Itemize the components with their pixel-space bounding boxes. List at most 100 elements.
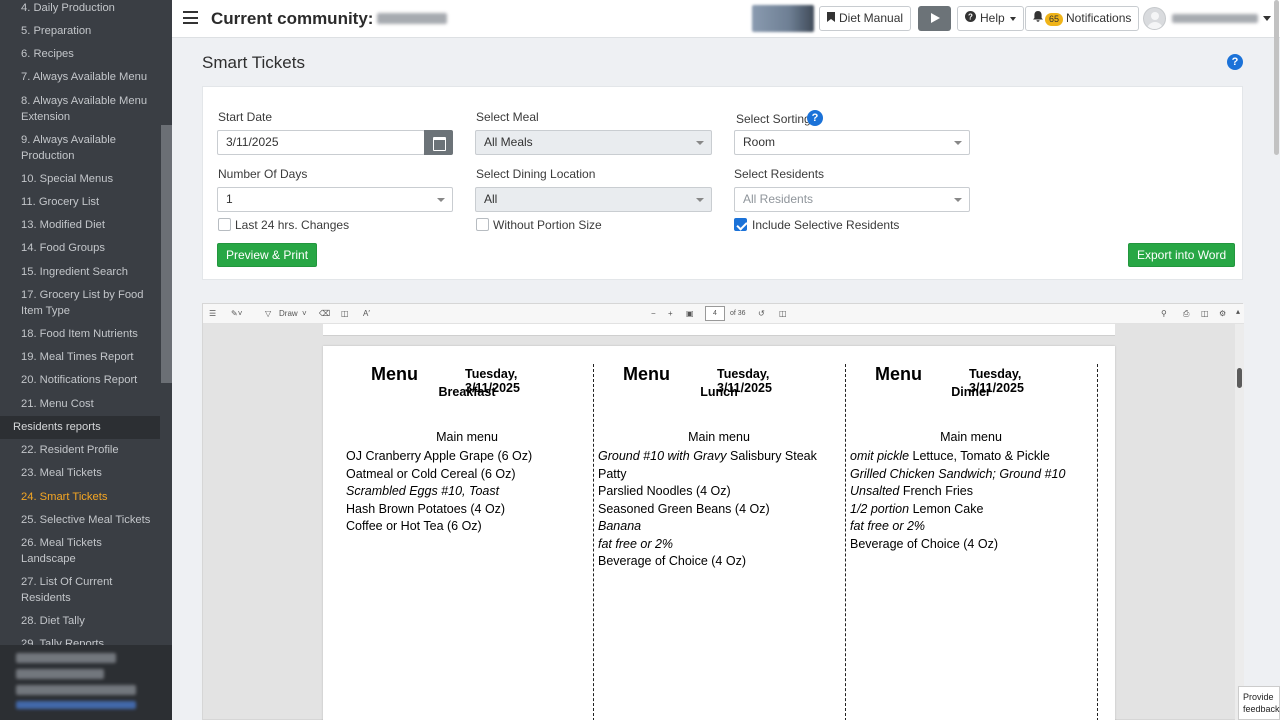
sidebar-item-smart-tickets[interactable]: 24. Smart Tickets — [0, 490, 160, 506]
sidebar-toggle-icon[interactable]: ☰ — [209, 309, 216, 319]
sidebar-item-modified-diet[interactable]: 13. Modified Diet — [0, 218, 160, 234]
bell-icon — [1033, 7, 1043, 30]
sidebar-item-resident-profile[interactable]: 22. Resident Profile — [0, 443, 160, 459]
diet-manual-button[interactable]: Diet Manual — [819, 6, 912, 31]
sidebar-item-daily-production[interactable]: 4. Daily Production — [0, 1, 160, 17]
sidebar-item-diet-tally[interactable]: 28. Diet Tally — [0, 614, 160, 630]
sorting-help-icon[interactable]: ? — [807, 110, 823, 126]
pdf-toolbar: ☰ ✎˅ ▽ Draw ˅ ⌫ ◫ A′ − + ▣ 4 of 36 ↺ ◫ ⚲… — [203, 304, 1244, 324]
ticket-meal-name: Lunch — [700, 385, 738, 399]
page-total: of 36 — [730, 310, 746, 317]
ticket-item: Parslied Noodles (4 Oz) — [598, 484, 731, 498]
sidebar-section-residents-reports[interactable]: Residents reports — [0, 416, 160, 439]
settings-gear-icon[interactable]: ⚙ — [1219, 309, 1226, 319]
draw-label[interactable]: Draw — [279, 309, 298, 319]
sidebar-item-meal-tickets[interactable]: 23. Meal Tickets — [0, 466, 160, 482]
draw-chevron-icon[interactable]: ˅ — [302, 309, 307, 319]
play-button[interactable] — [918, 6, 951, 31]
start-date-input[interactable]: 3/11/2025 — [217, 130, 425, 155]
page-scrollbar[interactable] — [1273, 0, 1280, 160]
page-view-icon[interactable]: ◫ — [779, 309, 787, 319]
ticket-item: Beverage of Choice (4 Oz) — [598, 554, 746, 568]
save-icon[interactable]: ◫ — [1201, 309, 1209, 319]
sidebar-item-menu-cost[interactable]: 21. Menu Cost — [0, 397, 160, 413]
sidebar-item-meal-tickets-landscape[interactable]: 26. Meal Tickets Landscape — [0, 536, 160, 567]
page-title: Smart Tickets — [202, 53, 305, 72]
ticket-menu-heading: Menu — [371, 364, 418, 384]
fit-page-icon[interactable]: ▣ — [686, 309, 694, 319]
notifications-button[interactable]: 65 Notifications — [1025, 6, 1140, 31]
select-residents-dropdown[interactable]: All Residents — [734, 187, 970, 212]
ticket-section-label: Main menu — [940, 430, 1002, 444]
zoom-in-icon[interactable]: + — [668, 309, 673, 319]
sidebar-item-preparation[interactable]: 5. Preparation — [0, 24, 160, 40]
sidebar-item-notifications-report[interactable]: 20. Notifications Report — [0, 373, 160, 389]
sidebar-item-selective-meal-tickets[interactable]: 25. Selective Meal Tickets — [0, 513, 160, 529]
preview-print-button[interactable]: Preview & Print — [217, 243, 318, 267]
sidebar-item-meal-times-report[interactable]: 19. Meal Times Report — [0, 350, 160, 366]
zoom-out-icon[interactable]: − — [651, 309, 656, 319]
sidebar-item-always-available-production[interactable]: 9. Always Available Production — [0, 133, 160, 164]
search-icon[interactable]: ⚲ — [1161, 309, 1167, 319]
start-date-label: Start Date — [218, 110, 273, 124]
hamburger-menu-icon[interactable] — [183, 11, 198, 25]
page-number-input[interactable]: 4 — [705, 306, 725, 321]
ticket-item: Seasoned Green Beans (4 Oz) — [598, 501, 770, 516]
two-page-view-icon[interactable]: ◫ — [341, 309, 349, 319]
sidebar-scrollbar-thumb[interactable] — [161, 125, 172, 383]
sidebar-item-recipes[interactable]: 6. Recipes — [0, 47, 160, 63]
ticket-column-breakfast: Menu Tuesday, 3/11/2025 Breakfast Main m… — [323, 346, 575, 720]
read-aloud-icon[interactable]: A′ — [363, 309, 370, 319]
user-menu-chevron-icon[interactable] — [1263, 16, 1271, 21]
sidebar-item-special-menus[interactable]: 10. Special Menus — [0, 172, 160, 188]
chevron-down-icon — [437, 198, 445, 202]
redacted-link — [16, 701, 136, 709]
sidebar-item-food-item-nutrients[interactable]: 18. Food Item Nutrients — [0, 327, 160, 343]
sidebar-item-list-of-current-residents[interactable]: 27. List Of Current Residents — [0, 575, 160, 606]
ticket-item: Grilled Chicken Sandwich; Ground #10 — [850, 466, 1066, 481]
sidebar-item-food-groups[interactable]: 14. Food Groups — [0, 241, 160, 257]
question-circle-icon: ? — [965, 7, 976, 30]
page-help-icon[interactable]: ? — [1227, 54, 1243, 70]
include-selective-residents-checkbox[interactable] — [734, 218, 747, 231]
select-meal-value: All Meals — [484, 135, 533, 149]
include-selective-residents-label: Include Selective Residents — [752, 218, 900, 232]
provide-feedback-button[interactable]: Provide feedback — [1238, 686, 1280, 720]
sidebar-item-tally-reports[interactable]: 29. Tally Reports — [0, 637, 160, 645]
ticket-item: Banana — [598, 519, 642, 533]
sidebar-item-ingredient-search[interactable]: 15. Ingredient Search — [0, 265, 160, 281]
calendar-icon[interactable] — [424, 130, 453, 155]
rotate-icon[interactable]: ↺ — [758, 309, 765, 319]
community-logo — [752, 5, 814, 32]
dining-location-dropdown[interactable]: All — [475, 187, 712, 212]
highlight-icon[interactable]: ✎˅ — [231, 309, 242, 319]
sidebar-item-always-available-menu-extension[interactable]: 8. Always Available Menu Extension — [0, 94, 160, 125]
last-24-hrs-checkbox[interactable] — [218, 218, 231, 231]
number-of-days-dropdown[interactable]: 1 — [217, 187, 453, 212]
number-of-days-value: 1 — [226, 192, 233, 206]
ticket-item: omit pickle Lettuce, Tomato & Pickle — [850, 449, 1050, 463]
diet-manual-label: Diet Manual — [839, 11, 904, 25]
print-icon[interactable]: ⎙ — [1183, 309, 1189, 319]
pdf-scrollbar-thumb[interactable] — [1237, 368, 1242, 388]
sidebar-item-grocery-list-by-food-item-type[interactable]: 17. Grocery List by Food Item Type — [0, 288, 160, 319]
select-residents-placeholder: All Residents — [743, 192, 814, 206]
sidebar-footer — [0, 645, 172, 720]
top-bar: Current community: Diet Manual ? Help 65… — [172, 0, 1280, 38]
draw-icon[interactable]: ▽ — [265, 309, 271, 319]
sidebar-item-grocery-list[interactable]: 11. Grocery List — [0, 195, 160, 211]
user-avatar[interactable] — [1143, 7, 1166, 30]
select-sorting-dropdown[interactable]: Room — [734, 130, 970, 155]
page-scrollbar-thumb[interactable] — [1274, 0, 1279, 155]
scroll-up-icon[interactable]: ▴ — [1236, 307, 1240, 317]
ticket-item: Coffee or Hot Tea (6 Oz) — [346, 519, 482, 533]
pdf-scrollbar[interactable] — [1235, 324, 1244, 720]
eraser-icon[interactable]: ⌫ — [319, 309, 330, 319]
help-button[interactable]: ? Help — [957, 6, 1025, 31]
number-of-days-label: Number Of Days — [218, 167, 308, 181]
sidebar-item-always-available-menu[interactable]: 7. Always Available Menu — [0, 70, 160, 86]
export-into-word-button[interactable]: Export into Word — [1128, 243, 1236, 267]
without-portion-size-checkbox[interactable] — [476, 218, 489, 231]
select-meal-dropdown[interactable]: All Meals — [475, 130, 712, 155]
redacted-text — [16, 653, 116, 663]
